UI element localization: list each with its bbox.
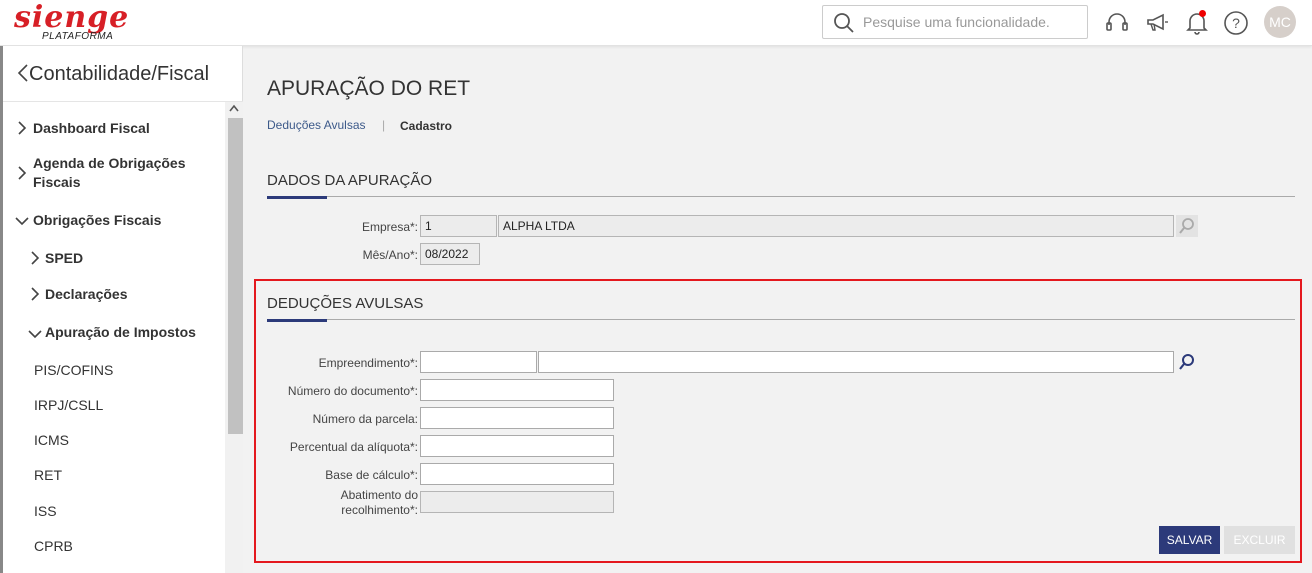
num-parcela-input[interactable] bbox=[420, 407, 614, 429]
sidebar-item-agenda-obrigacoes-line2[interactable]: Fiscais bbox=[33, 174, 80, 190]
breadcrumb-deducoes-avulsas[interactable]: Deduções Avulsas bbox=[267, 118, 366, 132]
sidebar-item-declaracoes[interactable]: Declarações bbox=[45, 286, 128, 302]
empresa-search-icon[interactable] bbox=[1176, 215, 1198, 237]
save-button[interactable]: SALVAR bbox=[1159, 526, 1220, 554]
empreendimento-label: Empreendimento*: bbox=[318, 356, 418, 370]
abatimento-field bbox=[420, 491, 614, 513]
notification-badge bbox=[1199, 10, 1206, 17]
bell-icon bbox=[1186, 13, 1208, 35]
num-parcela-label: Número da parcela: bbox=[312, 412, 418, 426]
empreendimento-search-icon[interactable] bbox=[1176, 351, 1198, 373]
section-accent bbox=[267, 196, 327, 199]
svg-text:?: ? bbox=[1232, 15, 1240, 31]
logo-main-text: sienge bbox=[14, 0, 130, 35]
section-divider bbox=[267, 319, 1295, 320]
percentual-label: Percentual da alíquota*: bbox=[289, 440, 418, 454]
num-doc-input[interactable] bbox=[420, 379, 614, 401]
sidebar-item-cprb[interactable]: CPRB bbox=[34, 538, 73, 554]
section-title-dados: DADOS DA APURAÇÃO bbox=[267, 172, 433, 189]
section-accent bbox=[267, 319, 327, 322]
sidebar-item-agenda-obrigacoes[interactable]: Agenda de Obrigações bbox=[33, 155, 185, 171]
base-calculo-label: Base de cálculo*: bbox=[325, 468, 418, 482]
search-icon bbox=[834, 13, 854, 33]
top-header: sienge PLATAFORMA ? MC bbox=[0, 0, 1312, 46]
sidebar-item-pis-cofins[interactable]: PIS/COFINS bbox=[34, 362, 113, 378]
search-input[interactable] bbox=[863, 12, 1083, 32]
sienge-logo[interactable]: sienge PLATAFORMA bbox=[14, 0, 134, 44]
notifications[interactable] bbox=[1184, 10, 1210, 36]
breadcrumb-separator: | bbox=[382, 118, 386, 132]
help-icon[interactable]: ? bbox=[1223, 10, 1249, 36]
empresa-label: Empresa*: bbox=[361, 220, 418, 234]
chevron-down-icon bbox=[15, 217, 29, 226]
mesano-field[interactable]: 08/2022 bbox=[420, 243, 480, 265]
empresa-code-field[interactable]: 1 bbox=[420, 215, 497, 237]
sidebar-scrollbar[interactable] bbox=[225, 102, 243, 573]
section-divider bbox=[267, 196, 1295, 197]
delete-button[interactable]: EXCLUIR bbox=[1224, 526, 1295, 554]
logo-sub-text: PLATAFORMA bbox=[42, 31, 114, 42]
feature-search[interactable] bbox=[822, 5, 1088, 39]
mesano-label: Mês/Ano*: bbox=[362, 248, 418, 262]
empresa-name-field[interactable]: ALPHA LTDA bbox=[498, 215, 1174, 237]
sidebar-item-apuracao-impostos[interactable]: Apuração de Impostos bbox=[45, 324, 196, 340]
chevron-right-icon bbox=[31, 287, 40, 301]
sidebar-header[interactable]: Contabilidade/Fiscal bbox=[3, 46, 243, 102]
user-avatar[interactable]: MC bbox=[1264, 6, 1296, 38]
chevron-right-icon bbox=[18, 121, 27, 135]
scroll-up-icon[interactable] bbox=[229, 104, 239, 112]
sidebar-item-ret[interactable]: RET bbox=[34, 467, 62, 483]
headset-icon[interactable] bbox=[1104, 10, 1130, 36]
num-doc-label: Número do documento*: bbox=[287, 384, 418, 398]
abatimento-label-line1: Abatimento do bbox=[340, 488, 418, 502]
section-title-deducoes: DEDUÇÕES AVULSAS bbox=[267, 295, 424, 312]
sidebar-item-iss[interactable]: ISS bbox=[34, 503, 57, 519]
sidebar-item-irpj-csll[interactable]: IRPJ/CSLL bbox=[34, 397, 103, 413]
megaphone-icon[interactable] bbox=[1144, 10, 1170, 36]
page-title: APURAÇÃO DO RET bbox=[267, 77, 471, 100]
sidebar: Contabilidade/Fiscal Dashboard Fiscal Ag… bbox=[0, 46, 243, 573]
percentual-input[interactable] bbox=[420, 435, 614, 457]
base-calculo-input[interactable] bbox=[420, 463, 614, 485]
scrollbar-thumb[interactable] bbox=[228, 118, 243, 434]
sidebar-item-obrigacoes-fiscais[interactable]: Obrigações Fiscais bbox=[33, 212, 161, 228]
sidebar-item-dashboard-fiscal[interactable]: Dashboard Fiscal bbox=[33, 120, 150, 136]
abatimento-label-line2: recolhimento*: bbox=[341, 503, 418, 517]
chevron-right-icon bbox=[18, 166, 27, 180]
chevron-down-icon bbox=[28, 330, 42, 339]
chevron-right-icon bbox=[31, 251, 40, 265]
sidebar-title: Contabilidade/Fiscal bbox=[29, 63, 210, 85]
empreendimento-code-input[interactable] bbox=[420, 351, 537, 373]
chevron-left-icon[interactable] bbox=[17, 63, 29, 83]
sidebar-item-icms[interactable]: ICMS bbox=[34, 432, 69, 448]
empreendimento-name-input[interactable] bbox=[538, 351, 1174, 373]
sidebar-item-sped[interactable]: SPED bbox=[45, 250, 83, 266]
breadcrumb-current: Cadastro bbox=[400, 119, 453, 133]
